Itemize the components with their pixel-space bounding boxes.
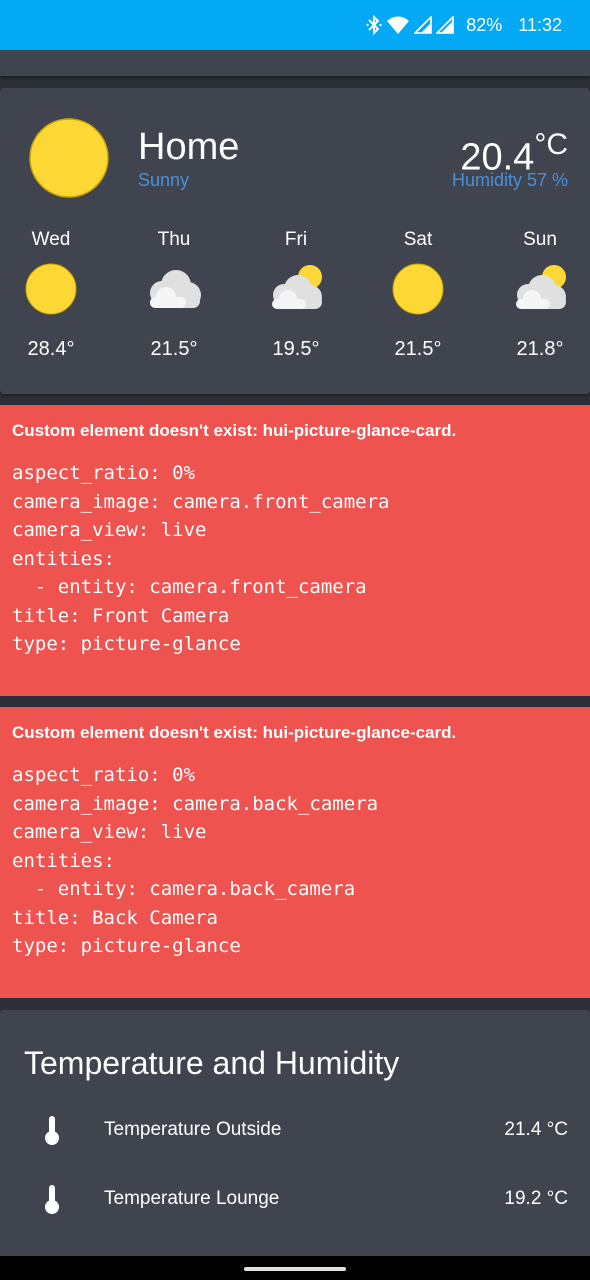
thermometer-icon [45,1116,59,1145]
entity-row-temperature-lounge[interactable]: Temperature Lounge 19.2 °C [0,1179,590,1219]
card-title: Temperature and Humidity [24,1045,400,1081]
entity-value: 19.2 °C [504,1188,568,1209]
forecast-temp: 19.5° [272,338,320,360]
partly-cloudy-icon [516,265,566,309]
forecast-day: Sat 21.5° [357,226,479,361]
error-config-line: title: Front Camera [12,604,230,627]
entity-name: Temperature Lounge [104,1188,280,1209]
battery-percent: 82% [466,14,503,35]
error-config-line: entities: [12,849,115,872]
entity-value: 21.4 °C [504,1119,568,1140]
error-config-line: type: picture-glance [12,935,241,957]
sunny-icon [29,118,109,198]
error-card-front-camera: Custom element doesn't exist: hui-pictur… [0,405,590,696]
forecast-temp: 21.5° [150,338,198,360]
status-icons [366,15,455,35]
error-config-line: - entity: camera.back_camera [12,878,356,900]
error-card-back-camera: Custom element doesn't exist: hui-pictur… [0,707,590,998]
thermometer-icon [45,1185,59,1214]
forecast-day-label: Wed [31,229,71,250]
error-config-line: type: picture-glance [12,633,241,655]
collapsed-card [0,50,590,76]
error-config-line: camera_image: camera.back_camera [12,792,379,815]
entity-name: Temperature Outside [104,1119,282,1140]
error-config-line: camera_view: live [12,519,207,541]
error-config-line: - entity: camera.front_camera [12,576,367,598]
error-config-line: entities: [12,547,115,570]
error-config-line: aspect_ratio: 0% [12,462,196,484]
signal-icon [414,16,433,34]
forecast-temp: 21.8° [516,338,564,360]
error-config-line: camera_image: camera.front_camera [12,490,390,513]
weather-condition: Sunny [138,170,190,190]
error-config-line: camera_view: live [12,821,207,843]
error-config-line: aspect_ratio: 0% [12,764,196,786]
forecast-day: Sun 21.8° [479,226,590,361]
cloudy-icon [150,270,201,308]
forecast-day: Wed 28.4° [0,226,112,361]
forecast-day-label: Thu [157,229,191,250]
signal-icon [436,16,455,34]
wifi-icon [387,16,410,34]
error-title: Custom element doesn't exist: hui-pictur… [12,723,457,742]
error-config-line: title: Back Camera [12,906,218,929]
sunny-icon [25,263,77,315]
forecast-day-label: Sat [403,229,433,250]
forecast-day: Thu 21.5° [113,226,235,361]
forecast-temp: 21.5° [394,338,442,360]
sunny-icon [392,263,444,315]
error-title: Custom element doesn't exist: hui-pictur… [12,421,457,440]
forecast-day-label: Fri [284,229,308,250]
partly-cloudy-icon [272,265,322,309]
clock: 11:32 [518,14,562,35]
entity-row-temperature-outside[interactable]: Temperature Outside 21.4 °C [0,1110,590,1150]
forecast-day-label: Sun [523,229,557,250]
bluetooth-icon [366,15,382,35]
forecast-temp: 28.4° [27,338,75,360]
home-gesture-handle[interactable] [244,1267,346,1271]
temp-unit: °C [534,128,568,161]
weather-humidity: Humidity 57 % [451,170,568,190]
forecast-day: Fri 19.5° [235,226,357,361]
weather-location-title: Home [138,126,240,168]
status-bar: 82% 11:32 [0,0,590,50]
